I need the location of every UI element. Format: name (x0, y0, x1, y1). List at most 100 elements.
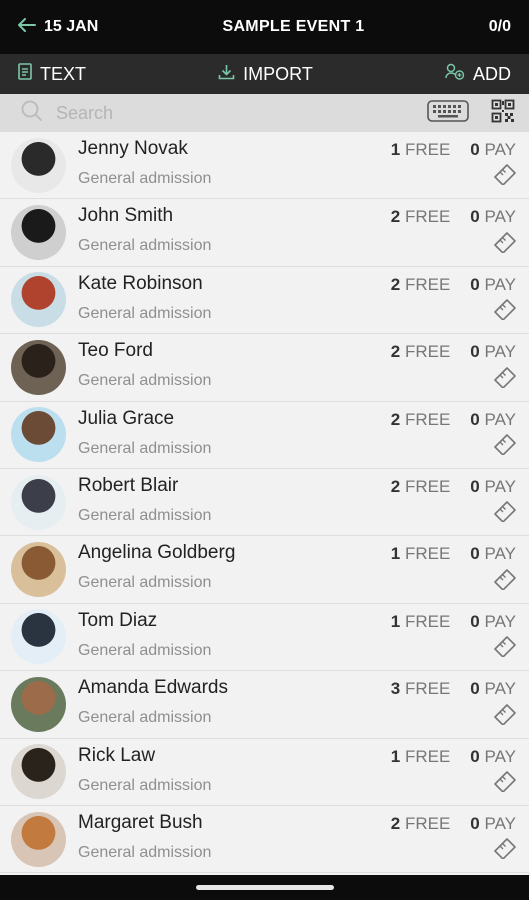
ticket-counts: 1 FREE 0 PAY (391, 140, 516, 160)
ticket-type: General admission (78, 439, 212, 457)
ticket-icon[interactable] (493, 433, 517, 460)
ticket-counts: 2 FREE 0 PAY (391, 814, 516, 834)
pay-count: 0 PAY (470, 813, 516, 833)
attendee-row[interactable]: Kate Robinson General admission 2 FREE 0… (0, 266, 529, 335)
attendee-row[interactable]: Teo Ford General admission 2 FREE 0 PAY (0, 334, 529, 402)
add-label: ADD (472, 63, 511, 84)
attendee-info: Angelina Goldberg General admission 1 FR… (78, 536, 529, 602)
home-indicator[interactable] (195, 885, 334, 890)
ticket-icon[interactable] (493, 770, 517, 797)
ticket-counts: 2 FREE 0 PAY (391, 477, 516, 497)
attendee-info: Julia Grace General admission 2 FREE 0 P… (78, 402, 529, 468)
add-person-icon (445, 63, 465, 85)
back-button[interactable]: 15 JAN (18, 17, 99, 37)
ticket-icon[interactable] (493, 366, 517, 393)
attendee-name: Tom Diaz (78, 609, 158, 631)
free-count: 2 FREE (390, 409, 451, 429)
ticket-counts: 3 FREE 0 PAY (391, 679, 516, 699)
ticket-counts: 2 FREE 0 PAY (391, 207, 516, 227)
attendee-row[interactable]: Margaret Bush General admission 2 FREE 0… (0, 805, 529, 874)
attendee-row[interactable]: Jenny Novak General admission 1 FREE 0 P… (0, 132, 529, 200)
ticket-type: General admission (78, 304, 212, 322)
text-label: TEXT (40, 63, 87, 84)
free-count: 2 FREE (390, 342, 451, 362)
toolbar: TEXT IMPORT ADD (0, 54, 529, 94)
search-input[interactable] (54, 101, 427, 125)
free-count: 1 FREE (390, 611, 451, 631)
ticket-counts: 1 FREE 0 PAY (391, 544, 516, 564)
attendee-row[interactable]: Robert Blair General admission 2 FREE 0 … (0, 468, 529, 537)
pay-count: 0 PAY (470, 274, 516, 294)
attendee-row[interactable]: Amanda Edwards General admission 3 FREE … (0, 671, 529, 739)
ticket-icon[interactable] (493, 568, 517, 595)
pay-count: 0 PAY (470, 476, 516, 496)
attendee-info: Margaret Bush General admission 2 FREE 0… (78, 806, 529, 872)
avatar (11, 339, 66, 395)
import-button[interactable]: IMPORT (218, 64, 313, 85)
attendee-name: Jenny Novak (78, 138, 188, 159)
ticket-type: General admission (78, 372, 212, 390)
free-count: 3 FREE (390, 679, 451, 699)
text-button[interactable]: TEXT (18, 63, 86, 85)
attendee-row[interactable]: Angelina Goldberg General admission 1 FR… (0, 536, 529, 604)
ticket-icon[interactable] (493, 703, 517, 730)
attendee-info: Kate Robinson General admission 2 FREE 0… (78, 267, 529, 333)
keyboard-icon[interactable] (427, 99, 469, 127)
avatar (11, 676, 66, 732)
attendee-list: Jenny Novak General admission 1 FREE 0 P… (0, 132, 529, 874)
search-bar (0, 94, 529, 132)
ticket-type: General admission (78, 641, 212, 659)
pay-count: 0 PAY (470, 207, 516, 227)
ticket-icon[interactable] (493, 163, 517, 190)
attendee-info: Rick Law General admission 1 FREE 0 PAY (78, 739, 529, 805)
pay-count: 0 PAY (470, 746, 516, 766)
pay-count: 0 PAY (470, 140, 516, 159)
ticket-type: General admission (78, 170, 212, 187)
avatar (11, 137, 66, 193)
attendee-name: John Smith (78, 205, 174, 227)
attendee-info: Jenny Novak General admission 1 FREE 0 P… (78, 132, 529, 198)
qr-code-icon[interactable] (491, 99, 515, 128)
free-count: 1 FREE (390, 544, 451, 564)
import-label: IMPORT (243, 63, 313, 84)
attendee-row[interactable]: Julia Grace General admission 2 FREE 0 P… (0, 401, 529, 469)
free-count: 2 FREE (390, 813, 451, 833)
free-count: 2 FREE (390, 476, 451, 496)
attendee-row[interactable]: John Smith General admission 2 FREE 0 PA… (0, 199, 529, 267)
avatar (11, 407, 66, 463)
ticket-icon[interactable] (493, 231, 517, 258)
attendee-info: John Smith General admission 2 FREE 0 PA… (78, 199, 529, 265)
ticket-icon[interactable] (493, 635, 517, 662)
ticket-type: General admission (78, 237, 212, 255)
avatar (11, 811, 66, 867)
ticket-icon[interactable] (493, 500, 517, 527)
add-button[interactable]: ADD (445, 63, 511, 85)
pay-count: 0 PAY (470, 544, 516, 564)
avatar (11, 205, 66, 261)
attendee-info: Tom Diaz General admission 1 FREE 0 PAY (78, 604, 529, 670)
ticket-type: General admission (78, 574, 212, 592)
top-bar: 15 JAN SAMPLE EVENT 1 0/0 (0, 0, 529, 54)
ticket-icon[interactable] (493, 298, 517, 325)
ticket-counts: 2 FREE 0 PAY (391, 275, 516, 295)
attendee-row[interactable]: Tom Diaz General admission 1 FREE 0 PAY (0, 603, 529, 672)
free-count: 2 FREE (390, 207, 451, 227)
free-count: 1 FREE (390, 746, 451, 766)
avatar (11, 609, 66, 665)
ticket-icon[interactable] (493, 837, 517, 864)
pay-count: 0 PAY (470, 342, 516, 362)
search-icon (20, 99, 44, 128)
download-icon (218, 64, 235, 85)
attendee-name: Amanda Edwards (78, 677, 228, 699)
ticket-counts: 2 FREE 0 PAY (391, 342, 516, 362)
attendee-row[interactable]: Rick Law General admission 1 FREE 0 PAY (0, 738, 529, 806)
ticket-counts: 1 FREE 0 PAY (391, 747, 516, 767)
ticket-counts: 2 FREE 0 PAY (391, 410, 516, 430)
pay-count: 0 PAY (470, 409, 516, 429)
event-date: 15 JAN (44, 18, 99, 35)
attendee-name: Robert Blair (78, 474, 179, 496)
attendee-info: Amanda Edwards General admission 3 FREE … (78, 671, 529, 737)
free-count: 2 FREE (390, 274, 451, 294)
event-title: SAMPLE EVENT 1 (222, 18, 365, 35)
checkin-count: 0/0 (488, 18, 511, 35)
